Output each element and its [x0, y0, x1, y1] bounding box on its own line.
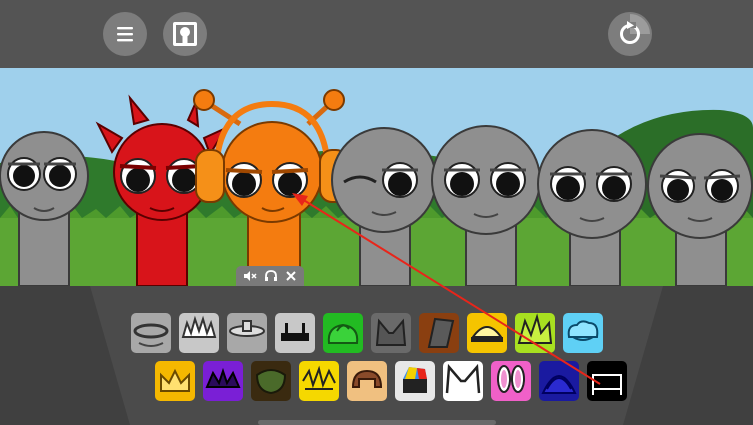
- character-stage: [0, 68, 753, 286]
- white-cat-ears-icon: [445, 363, 481, 394]
- palette-tile-cyan-cloud-hat[interactable]: [563, 313, 603, 353]
- palette-tile-gray-spiky-hair[interactable]: [179, 313, 219, 353]
- yellow-crown-icon: [160, 368, 190, 392]
- brown-block-hat-icon: [427, 317, 455, 348]
- character-mini-toolbar: [236, 266, 304, 286]
- lime-spiky-hair-icon: [517, 313, 553, 344]
- tan-hair-icon: [351, 369, 383, 388]
- cyan-cloud-hat-icon: [567, 320, 599, 341]
- stage-scene: [0, 68, 753, 286]
- palette-tile-white-cat-ears[interactable]: [443, 361, 483, 401]
- headphones-icon[interactable]: [264, 270, 278, 282]
- palette-tile-black-bars-hat[interactable]: [275, 313, 315, 353]
- palette-tile-dark-bowl-hat[interactable]: [251, 361, 291, 401]
- pink-bunny-ears-icon: [497, 365, 525, 393]
- green-blob-hat-icon: [327, 323, 359, 344]
- navy-dome-icon: [541, 375, 577, 394]
- yellow-scribble-hair-icon: [302, 365, 336, 390]
- palette-tile-gray-ring-hat[interactable]: [131, 313, 171, 353]
- palette-tile-gray-saucer-hat[interactable]: [227, 313, 267, 353]
- dark-bowl-hat-icon: [255, 369, 287, 395]
- hamburger-menu-icon: [117, 27, 133, 42]
- palette-tile-pink-bunny-ears[interactable]: [491, 361, 531, 401]
- gray-ring-hat-icon: [133, 323, 169, 347]
- panel-backdrop: [0, 286, 753, 425]
- palette-tile-green-blob-hat[interactable]: [323, 313, 363, 353]
- palette-tile-yellow-scribble-hair[interactable]: [299, 361, 339, 401]
- palette-tile-lime-spiky-hair[interactable]: [515, 313, 555, 353]
- menu-button[interactable]: [103, 12, 147, 56]
- black-frame-icon: [592, 374, 622, 395]
- panel-scroll-indicator[interactable]: [258, 420, 496, 425]
- rainbow-box-icon: [403, 367, 427, 393]
- reset-button[interactable]: [608, 12, 652, 56]
- yellow-visor-icon: [471, 326, 503, 342]
- top-bar: [0, 0, 753, 68]
- black-bars-hat-icon: [281, 323, 309, 341]
- palette-tile-tan-hair[interactable]: [347, 361, 387, 401]
- palette-tile-navy-dome[interactable]: [539, 361, 579, 401]
- portrait-button[interactable]: [163, 12, 207, 56]
- mute-icon[interactable]: [243, 270, 257, 282]
- palette-tile-brown-block-hat[interactable]: [419, 313, 459, 353]
- sound-palette-panel: [0, 286, 753, 425]
- palette-tile-gray-cat-ears[interactable]: [371, 313, 411, 353]
- palette-tile-black-frame[interactable]: [587, 361, 627, 401]
- palette-tile-yellow-visor[interactable]: [467, 313, 507, 353]
- gray-saucer-hat-icon: [229, 320, 265, 337]
- close-icon[interactable]: [285, 270, 297, 282]
- gray-cat-ears-icon: [375, 318, 407, 346]
- circular-reset-icon: [620, 14, 650, 44]
- gray-spiky-hair-icon: [181, 315, 217, 338]
- keyhole-portrait-icon: [173, 22, 197, 46]
- purple-tiara-icon: [205, 367, 241, 388]
- palette-tile-yellow-crown[interactable]: [155, 361, 195, 401]
- palette-tile-purple-tiara[interactable]: [203, 361, 243, 401]
- palette-tile-rainbow-box[interactable]: [395, 361, 435, 401]
